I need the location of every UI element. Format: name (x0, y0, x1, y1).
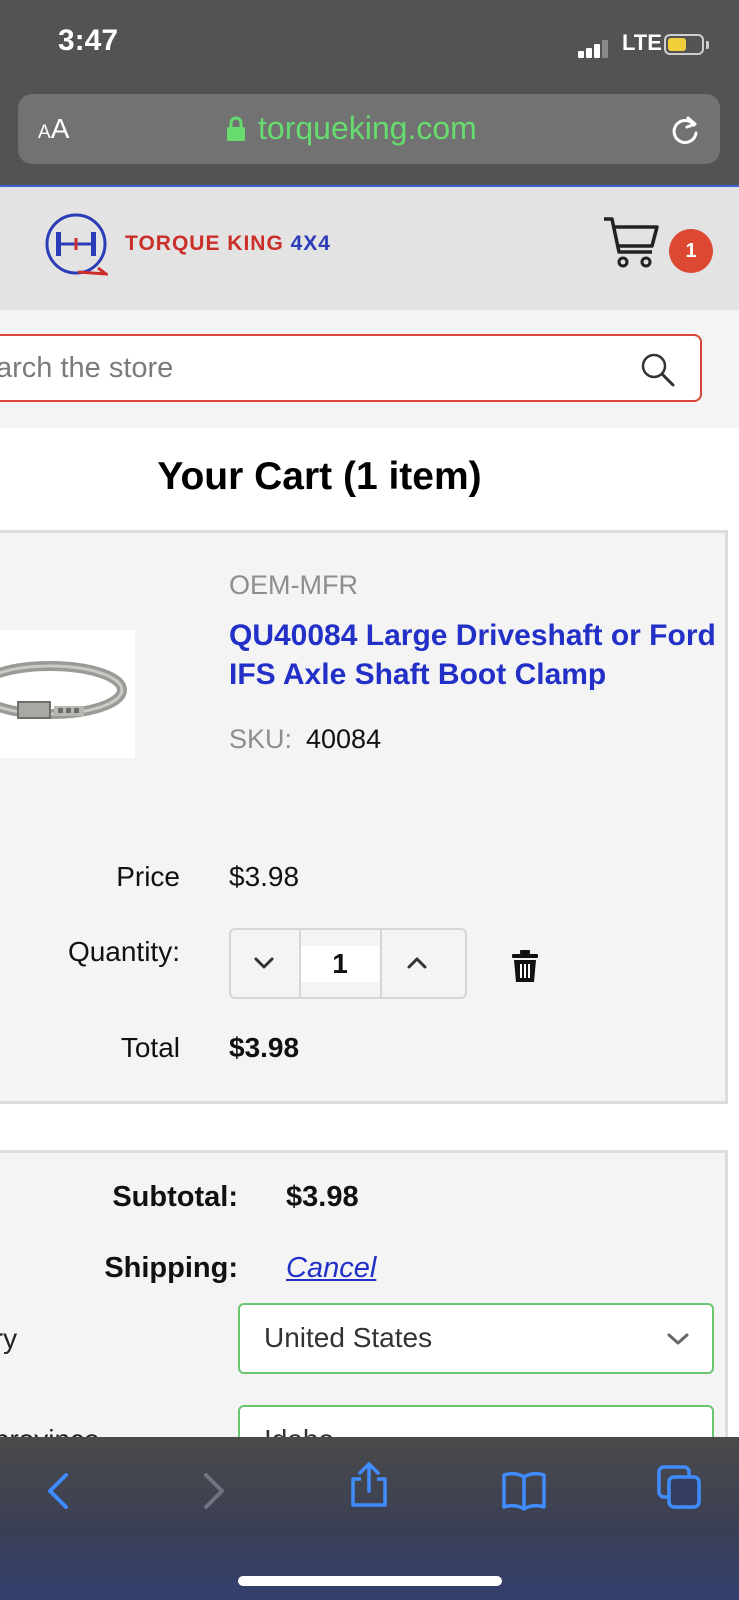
url-domain[interactable]: torqueking.com (258, 110, 477, 147)
product-brand: OEM-MFR (229, 570, 358, 600)
decrease-quantity-button[interactable] (229, 928, 299, 999)
text-size-large: A (50, 113, 70, 144)
price-label: Price (116, 861, 180, 892)
country-selected-value: United States (264, 1322, 433, 1353)
logo-emblem[interactable] (44, 212, 108, 276)
subtotal-value: $3.98 (286, 1181, 359, 1213)
cart-count-badge[interactable]: 1 (669, 229, 713, 273)
battery-tip (706, 41, 709, 49)
shipping-label: Shipping: (104, 1252, 238, 1284)
trash-icon[interactable] (510, 949, 540, 983)
network-type: LTE (622, 30, 662, 55)
sku-label: SKU: (229, 724, 293, 754)
logo-text[interactable]: TORQUE KING 4X4 (125, 232, 331, 256)
reload-icon[interactable] (668, 113, 702, 147)
battery-icon (664, 34, 704, 55)
country-label: try (0, 1323, 18, 1354)
forward-icon (204, 1473, 224, 1509)
total-label: Total (120, 1032, 180, 1063)
text-size-button[interactable]: AA (38, 113, 69, 145)
page-title: Your Cart (1 item) (157, 455, 482, 498)
logo-text-main: TORQUE KING (125, 232, 291, 255)
tabs-icon[interactable] (655, 1463, 703, 1511)
chevron-down-icon (254, 957, 274, 969)
price-value: $3.98 (229, 861, 300, 892)
sku-value: 40084 (306, 724, 382, 754)
lock-icon (227, 116, 245, 141)
chevron-up-icon (407, 957, 427, 969)
search-icon[interactable] (640, 352, 676, 388)
cart-icon[interactable] (602, 214, 660, 272)
subtotal-label: Subtotal: (112, 1181, 238, 1213)
quantity-label: Quantity: (67, 936, 180, 967)
shipping-cancel-link[interactable]: Cancel (286, 1252, 376, 1285)
total-value: $3.98 (229, 1032, 300, 1063)
search-placeholder: arch the store (0, 352, 174, 384)
logo-text-4x4: 4X4 (290, 232, 331, 255)
share-icon[interactable] (345, 1461, 393, 1509)
quantity-input[interactable]: 1 (301, 946, 379, 982)
signal-icon (578, 38, 618, 58)
increase-quantity-button[interactable] (382, 928, 452, 999)
bookmarks-icon[interactable] (500, 1467, 548, 1515)
chevron-down-icon (667, 1333, 689, 1345)
product-image[interactable] (0, 630, 135, 758)
home-indicator[interactable] (238, 1576, 502, 1586)
text-size-small: A (38, 122, 51, 143)
product-clamp-image (0, 661, 127, 719)
status-time: 3:47 (58, 24, 119, 57)
product-name-link[interactable]: QU40084 Large Driveshaft or Ford IFS Axl… (229, 616, 729, 694)
back-icon[interactable] (36, 1467, 84, 1515)
